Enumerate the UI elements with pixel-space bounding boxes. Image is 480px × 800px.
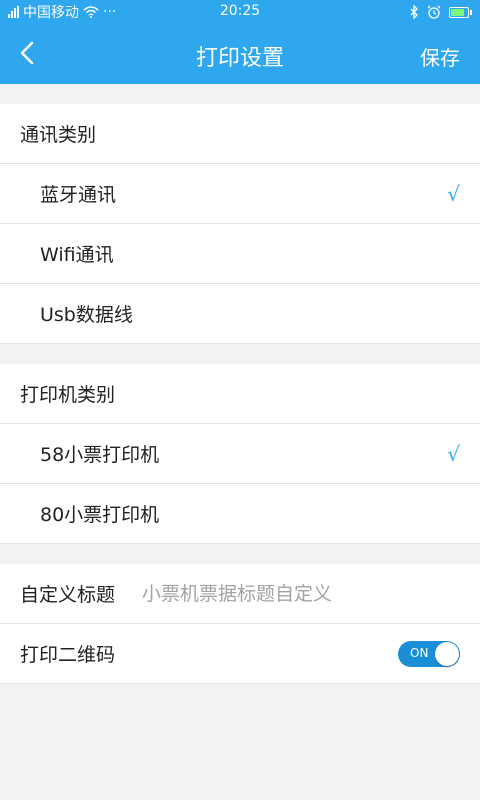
option-label: 58小票打印机 <box>40 444 160 466</box>
section-spacer <box>0 84 480 104</box>
wifi-icon <box>83 6 99 18</box>
more-dots: ··· <box>103 4 117 20</box>
status-left: 中国移动 ··· <box>8 2 116 22</box>
options-section: 自定义标题 打印二维码 ON <box>0 564 480 684</box>
battery-icon <box>449 6 472 18</box>
communication-header: 通讯类别 <box>0 104 480 164</box>
option-usb[interactable]: Usb数据线 <box>0 284 480 344</box>
option-80mm-printer[interactable]: 80小票打印机 <box>0 484 480 544</box>
check-icon: √ <box>447 441 460 466</box>
option-label: 蓝牙通讯 <box>40 184 117 206</box>
page-title: 打印设置 <box>195 46 284 71</box>
option-wifi[interactable]: Wifi通讯 <box>0 224 480 284</box>
communication-section: 通讯类别 蓝牙通讯 √ Wifi通讯 Usb数据线 <box>0 104 480 344</box>
signal-icon <box>8 6 19 18</box>
custom-title-label: 自定义标题 <box>20 584 116 606</box>
qr-code-toggle[interactable]: ON <box>398 641 460 667</box>
app-header: 中国移动 ··· 20:25 打印设置 保存 <box>0 0 480 84</box>
custom-title-row: 自定义标题 <box>0 564 480 624</box>
printer-header: 打印机类别 <box>0 364 480 424</box>
printer-section: 打印机类别 58小票打印机 √ 80小票打印机 <box>0 364 480 544</box>
option-58mm-printer[interactable]: 58小票打印机 √ <box>0 424 480 484</box>
option-label: 80小票打印机 <box>40 504 160 526</box>
carrier-name: 中国移动 <box>23 5 79 21</box>
save-button[interactable]: 保存 <box>420 42 460 71</box>
option-label: Usb数据线 <box>40 304 133 326</box>
toggle-knob <box>435 642 459 666</box>
bluetooth-icon <box>410 5 418 19</box>
qr-code-row: 打印二维码 ON <box>0 624 480 684</box>
section-spacer <box>0 344 480 364</box>
option-bluetooth[interactable]: 蓝牙通讯 √ <box>0 164 480 224</box>
option-label: Wifi通讯 <box>40 244 114 266</box>
navigation-bar: 打印设置 保存 <box>0 24 480 84</box>
status-right <box>410 5 472 19</box>
alarm-icon <box>427 5 441 19</box>
check-icon: √ <box>447 181 460 206</box>
toggle-state-label: ON <box>410 646 429 660</box>
status-bar: 中国移动 ··· 20:25 <box>0 0 480 24</box>
custom-title-input[interactable] <box>142 582 422 605</box>
qr-code-label: 打印二维码 <box>20 644 116 666</box>
section-spacer <box>0 544 480 564</box>
